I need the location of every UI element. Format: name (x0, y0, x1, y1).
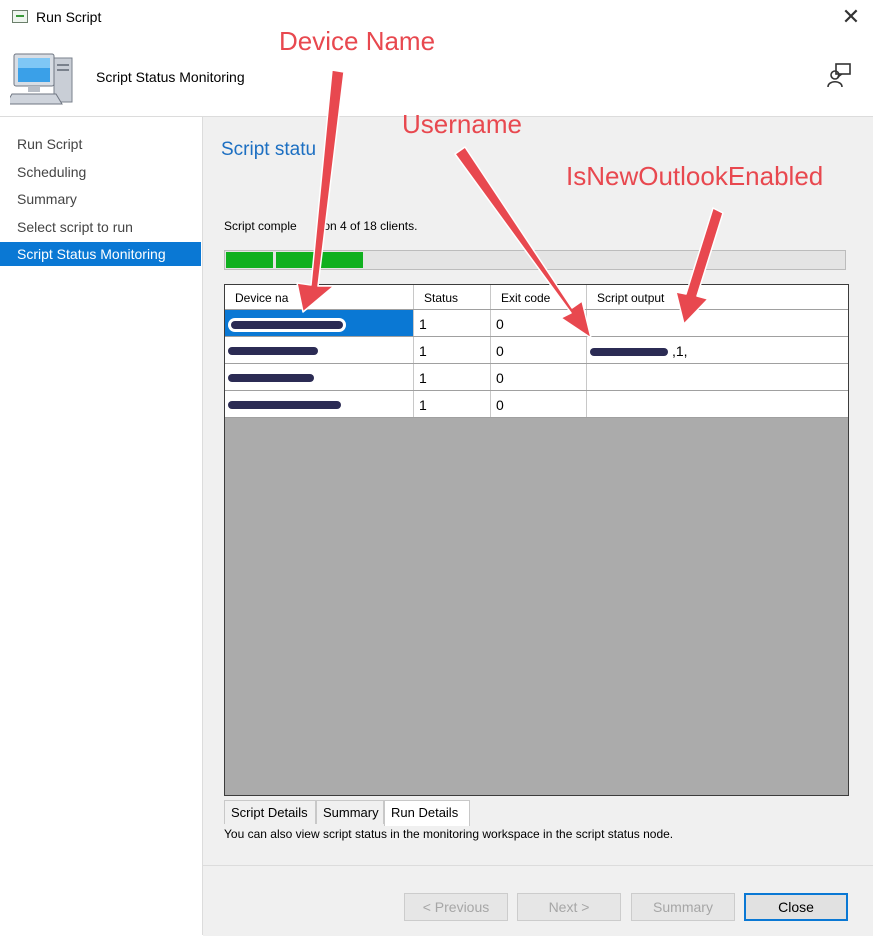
previous-button[interactable]: < Previous (404, 893, 508, 921)
cell-device-name[interactable] (225, 310, 414, 336)
cell-script-output[interactable] (587, 391, 848, 417)
next-button[interactable]: Next > (517, 893, 621, 921)
column-header-status[interactable]: Status (414, 285, 491, 309)
cell-script-output[interactable] (587, 364, 848, 390)
column-header-device-name[interactable]: Device na (225, 285, 414, 309)
redacted-device-name (228, 374, 314, 382)
header-title: Script Status Monitoring (96, 69, 245, 85)
annotation-outlook: IsNewOutlookEnabled (566, 161, 824, 191)
wizard-content: Script statu Script comple on 4 of 18 cl… (203, 117, 873, 865)
cell-exit-code[interactable]: 0 (491, 310, 587, 336)
column-header-exit-code[interactable]: Exit code (491, 285, 587, 309)
redacted-username (590, 348, 668, 356)
cell-exit-code[interactable]: 0 (491, 364, 587, 390)
progress-bar (224, 250, 846, 270)
cell-exit-code[interactable]: 0 (491, 391, 587, 417)
cell-status[interactable]: 1 (414, 337, 491, 363)
nav-item-scheduling[interactable]: Scheduling (0, 160, 201, 184)
cell-device-name[interactable] (225, 337, 414, 363)
cell-status[interactable]: 1 (414, 364, 491, 390)
cell-status[interactable]: 1 (414, 310, 491, 336)
progress-fill (226, 252, 363, 268)
nav-item-run-script[interactable]: Run Script (0, 132, 201, 156)
close-button[interactable]: Close (744, 893, 848, 921)
progress-segment-gap (318, 252, 321, 268)
nav-item-script-status-monitoring[interactable]: Script Status Monitoring (0, 242, 201, 266)
script-window-icon (12, 10, 28, 23)
monitoring-hint: You can also view script status in the m… (224, 827, 674, 841)
table-row[interactable]: 1 0 (225, 364, 848, 391)
wizard-footer: < Previous Next > Summary Close (203, 865, 873, 936)
close-icon[interactable]: ✕ (838, 4, 864, 30)
wizard-navigation: Run Script Scheduling Summary Select scr… (0, 117, 203, 935)
completion-summary: Script comple on 4 of 18 clients. (224, 219, 418, 233)
tab-run-details[interactable]: Run Details (384, 800, 470, 826)
title-bar: Run Script ✕ (0, 0, 873, 34)
table-row[interactable]: 1 0 ,1, (225, 337, 848, 364)
cell-status[interactable]: 1 (414, 391, 491, 417)
cell-device-name[interactable] (225, 391, 414, 417)
results-grid[interactable]: Device na Status Exit code Script output… (224, 284, 849, 796)
cell-script-output[interactable] (587, 310, 848, 336)
table-row[interactable]: 1 0 (225, 391, 848, 418)
annotation-device-name: Device Name (279, 26, 436, 56)
tab-summary[interactable]: Summary (316, 800, 384, 824)
computer-icon (10, 53, 73, 105)
grid-header: Device na Status Exit code Script output (225, 285, 848, 310)
column-header-script-output[interactable]: Script output (587, 285, 848, 309)
nav-item-summary[interactable]: Summary (0, 187, 201, 211)
window-title: Run Script (36, 9, 102, 25)
redacted-device-name (228, 401, 341, 409)
annotation-username: Username (402, 109, 522, 139)
redacted-device-name (228, 347, 318, 355)
wizard-header: Script Status Monitoring (0, 34, 873, 117)
cell-device-name[interactable] (225, 364, 414, 390)
summary-button[interactable]: Summary (631, 893, 735, 921)
cell-exit-code[interactable]: 0 (491, 337, 587, 363)
cell-script-output[interactable]: ,1, (587, 337, 848, 363)
tab-script-details[interactable]: Script Details (224, 800, 316, 824)
redacted-device-name (231, 321, 343, 329)
table-row[interactable]: 1 0 (225, 310, 848, 337)
user-feedback-icon[interactable] (825, 62, 853, 90)
section-title: Script statu (221, 139, 317, 160)
progress-segment-gap (273, 252, 276, 268)
nav-item-select-script[interactable]: Select script to run (0, 215, 201, 239)
script-output-value: ,1, (672, 343, 688, 359)
